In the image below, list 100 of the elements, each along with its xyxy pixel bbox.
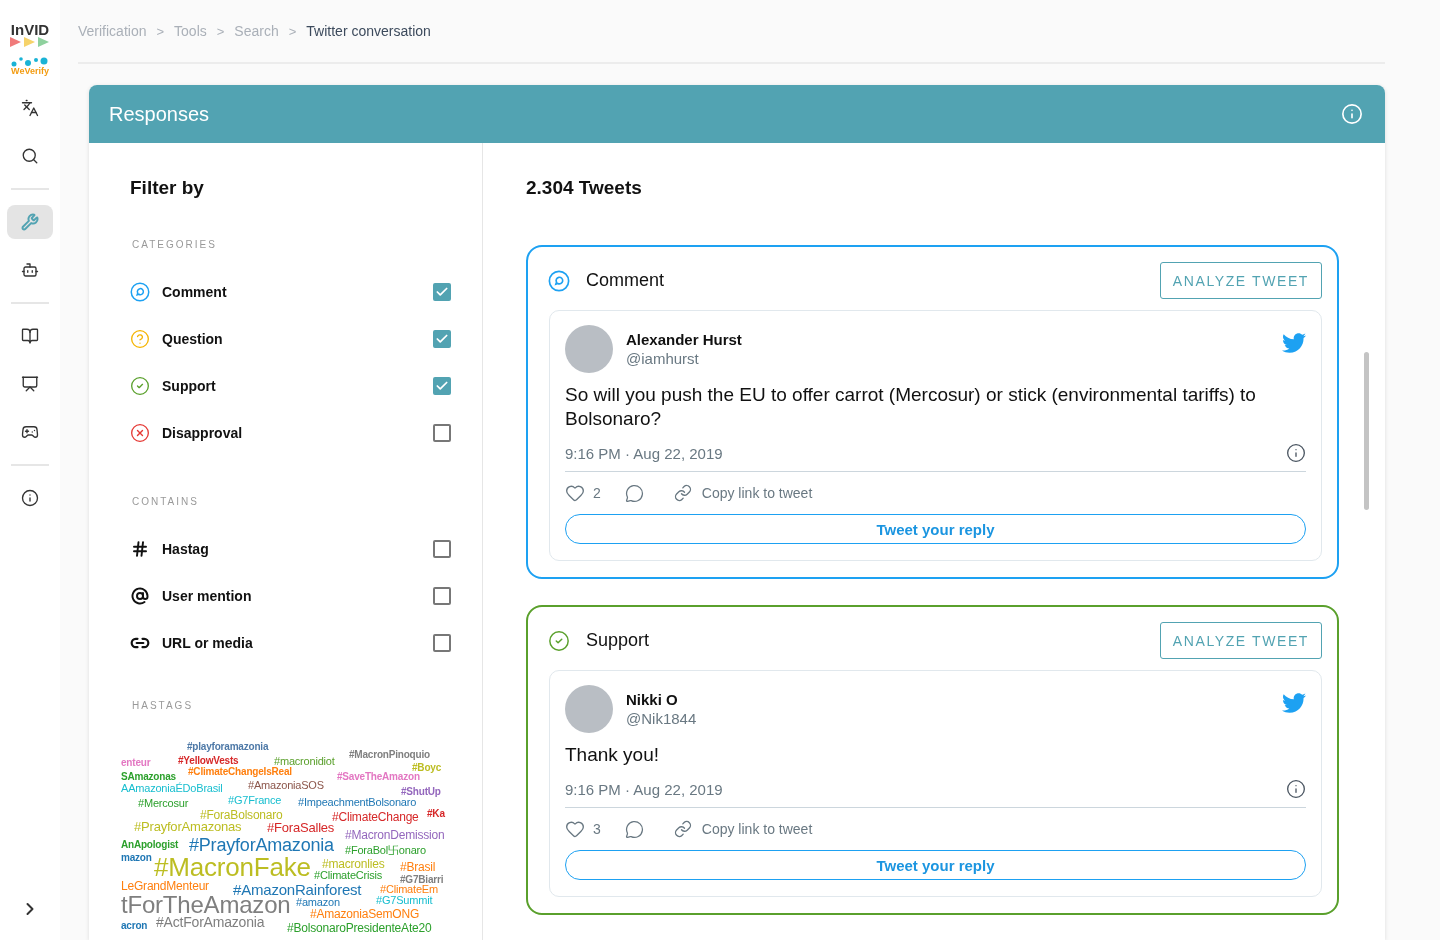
like-count: 2 (593, 485, 601, 501)
hashtag-word[interactable]: #G7Biarri (400, 875, 444, 885)
hashtag-word[interactable]: #Brasil (400, 861, 436, 873)
filter-label: Hastag (162, 540, 210, 557)
hashtag-word[interactable]: #ForaSalles (267, 821, 335, 834)
link-icon (673, 484, 692, 502)
gamepad-icon (21, 423, 39, 441)
hashtag-word[interactable]: #amazon (296, 897, 340, 908)
hashtag-word[interactable]: #ImpeachmentBolsonaro (298, 797, 417, 808)
hashtag-word[interactable]: #BolsonaroPresidenteAte20 (287, 922, 432, 934)
hashtag-word[interactable]: #ClimateChangeIsReal (188, 767, 292, 777)
info-icon[interactable] (1286, 779, 1306, 799)
checkbox[interactable] (433, 376, 451, 395)
speech-bubble-icon (548, 269, 570, 292)
hashtag-word[interactable]: #YellowVests (178, 756, 239, 766)
hashtag-word[interactable]: AnApologist (121, 840, 179, 850)
hashtag-word[interactable]: #AmazoniaSOS (248, 780, 324, 791)
speech-bubble-icon (130, 280, 150, 303)
hashtag-word[interactable]: #ClimateCrisis (314, 870, 383, 881)
reply-button[interactable]: Tweet your reply (565, 514, 1306, 544)
hashtag-word[interactable]: #ForaBol卐onaro (345, 845, 426, 856)
breadcrumb-separator: > (216, 23, 225, 39)
triangles-icon (10, 37, 50, 47)
hashtag-word[interactable]: #Mercosur (138, 798, 189, 809)
copy-link[interactable]: Copy link to tweet (701, 821, 813, 837)
section-heading: CONTAINS (132, 496, 200, 507)
hashtag-word[interactable]: #Ka (427, 809, 445, 819)
hashtag-word[interactable]: #ForaBolsonaro (200, 809, 283, 821)
hashtag-word[interactable]: #PrayforAmazonia (189, 836, 334, 854)
avatar (565, 325, 613, 373)
breadcrumb-link[interactable]: Tools (174, 23, 207, 39)
hashtag-word[interactable]: #ActForAmazonia (156, 915, 265, 929)
hashtag-word[interactable]: #macronidiot (274, 756, 335, 767)
book-icon (21, 327, 39, 345)
hashtag-word[interactable]: #MacronPinoquio (349, 750, 430, 760)
checkbox[interactable] (433, 539, 451, 558)
tweet-text: So will you push the EU to offer carrot (Mercosur) or stick (environmental tariffs) to Bolsonaro? (565, 383, 1257, 431)
hashtag-word[interactable]: #ClimateEm (380, 884, 438, 895)
dots-icon (11, 55, 49, 67)
check-circle-icon (130, 374, 150, 397)
hashtag-word[interactable]: #AmazonRainforest (233, 882, 362, 897)
checkbox[interactable] (433, 329, 451, 348)
search-icon (21, 147, 39, 165)
heart-icon[interactable] (565, 483, 585, 503)
at-sign-icon (131, 586, 149, 605)
reply-button[interactable]: Tweet your reply (565, 850, 1306, 880)
checkbox[interactable] (433, 586, 451, 605)
hashtag-word[interactable]: #MacronDemission (345, 829, 445, 841)
filter-label: Question (162, 330, 224, 347)
checkbox[interactable] (433, 633, 451, 652)
hashtag-word[interactable]: #SaveTheAmazon (337, 772, 420, 782)
author-handle: @Nik1844 (626, 710, 698, 727)
hashtag-word[interactable]: LeGrandMenteur (121, 880, 209, 892)
hashtag-word[interactable]: #PrayforAmazonas (134, 820, 242, 833)
heart-icon[interactable] (565, 819, 585, 839)
hashtag-word[interactable]: #ClimateChange (332, 811, 419, 823)
comment-icon[interactable] (624, 819, 644, 839)
author-handle: @iamhurst (626, 350, 700, 367)
breadcrumb-link[interactable]: Verification (78, 23, 147, 39)
robot-icon (21, 261, 39, 279)
hashtag-word[interactable]: #ShutUp (401, 787, 441, 797)
weverify-logo[interactable]: WeVerify (11, 55, 49, 76)
filter-label: URL or media (162, 634, 254, 651)
info-icon[interactable] (1286, 443, 1306, 463)
hashtag-word[interactable]: #Boyc (412, 763, 441, 773)
copy-link[interactable]: Copy link to tweet (701, 485, 813, 501)
filter-label: Disapproval (162, 424, 244, 441)
filter-label: Comment (162, 283, 228, 300)
analyze-tweet-button[interactable]: ANALYZE TWEET (1159, 262, 1322, 299)
checkbox[interactable] (433, 423, 451, 442)
analyze-tweet-button[interactable]: ANALYZE TWEET (1159, 622, 1322, 659)
hashtag-word[interactable]: #playforamazonia (187, 742, 269, 752)
section-heading: CATEGORIES (132, 239, 218, 250)
checkbox[interactable] (433, 282, 451, 301)
breadcrumb-link[interactable]: Search (234, 23, 279, 39)
hashtag-word[interactable]: enteur (121, 758, 151, 768)
nav-button-selected[interactable] (7, 205, 53, 239)
scrollbar[interactable] (1364, 352, 1369, 510)
breadcrumb-separator: > (156, 23, 165, 39)
hashtag-word[interactable]: SAmazonas (121, 772, 176, 782)
hash-icon (131, 539, 149, 558)
hashtag-word[interactable]: #MacronFake (154, 854, 311, 880)
hashtag-word[interactable]: #G7Summit (376, 895, 433, 906)
hashtag-word[interactable]: #AmazoniaSemONG (310, 908, 420, 920)
breadcrumb-current[interactable]: Twitter conversation (306, 23, 431, 39)
hashtag-word[interactable]: #G7France (228, 795, 282, 806)
bird-icon[interactable] (1282, 691, 1306, 715)
invid-logo[interactable]: InVID (10, 22, 50, 47)
bird-icon[interactable] (1282, 331, 1306, 355)
link-icon (673, 820, 692, 838)
tweet-time: 9:16 PM · Aug 22, 2019 (565, 444, 723, 462)
translate-icon (21, 99, 39, 117)
hashtag-word[interactable]: acron (121, 921, 148, 931)
hashtag-word[interactable]: #macronlies (322, 858, 385, 870)
tweet-time: 9:16 PM · Aug 22, 2019 (565, 780, 723, 798)
hashtag-word[interactable]: mazon (121, 853, 152, 863)
classroom-icon (21, 375, 39, 393)
hashtag-word[interactable]: AAmazoniaÉDoBrasil (121, 783, 223, 794)
category-title: Support (586, 630, 651, 651)
comment-icon[interactable] (624, 483, 644, 503)
